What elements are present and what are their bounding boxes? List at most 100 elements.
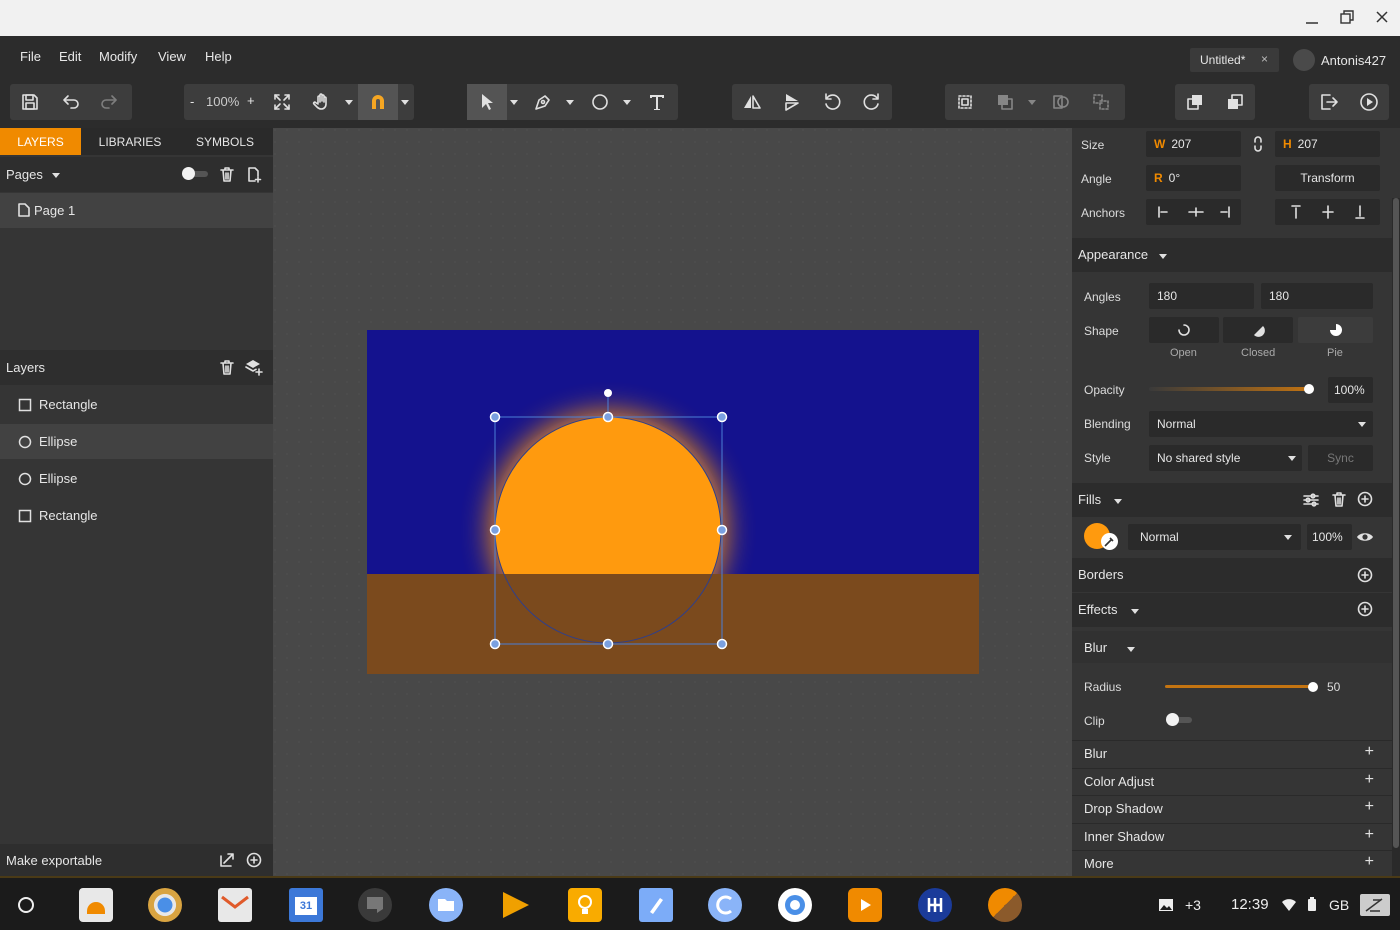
eyedropper-button[interactable] (1101, 533, 1118, 550)
text-tool-button[interactable] (637, 84, 677, 120)
shape-open-button[interactable] (1149, 317, 1219, 343)
redo-button[interactable] (90, 84, 130, 120)
gearbox-icon[interactable] (918, 888, 952, 922)
calendar-icon[interactable]: 31 (289, 888, 323, 922)
page-item[interactable]: Page 1 (0, 193, 273, 228)
borders-section[interactable]: Borders (1072, 558, 1392, 592)
export-slice-icon[interactable] (219, 852, 235, 868)
layer-item[interactable]: Rectangle (0, 387, 273, 422)
zoom-in-button[interactable]: + (247, 93, 255, 108)
group-button[interactable] (945, 84, 985, 120)
keyboard-locale[interactable]: GB (1329, 897, 1349, 913)
add-circle-icon[interactable] (1357, 491, 1373, 507)
add-icon[interactable]: + (1365, 826, 1374, 844)
snap-dropdown[interactable] (398, 84, 412, 120)
gmail-icon[interactable] (218, 888, 252, 922)
add-icon[interactable]: + (1365, 771, 1374, 789)
clip-toggle[interactable] (1166, 713, 1194, 726)
vertical-anchors[interactable] (1275, 199, 1380, 225)
boolean-button[interactable] (985, 84, 1025, 120)
resize-handle[interactable] (489, 411, 501, 423)
notification-badge[interactable]: +3 (1185, 897, 1201, 913)
chrome-icon[interactable] (148, 888, 182, 922)
launcher-button[interactable] (18, 897, 34, 913)
layer-item[interactable]: Rectangle (0, 498, 273, 533)
add-icon[interactable]: + (1365, 853, 1374, 871)
layer-item[interactable]: Ellipse (0, 424, 273, 459)
minimize-button[interactable] (1304, 10, 1320, 26)
effects-section[interactable]: Effects (1072, 593, 1392, 627)
document-tab[interactable]: Untitled* × (1190, 48, 1279, 72)
image-icon[interactable] (1158, 897, 1174, 913)
menu-file[interactable]: File (20, 49, 41, 64)
undo-button[interactable] (50, 84, 90, 120)
end-angle-field[interactable]: 180 (1261, 283, 1373, 309)
width-field[interactable]: W 207 (1146, 131, 1241, 157)
fills-section[interactable]: Fills (1072, 483, 1392, 517)
preview-button[interactable] (1349, 84, 1389, 120)
opacity-slider[interactable] (1149, 381, 1314, 397)
trash-icon[interactable] (1331, 491, 1347, 508)
resize-handle[interactable] (489, 524, 501, 536)
tab-libraries[interactable]: LIBRARIES (84, 128, 176, 155)
tab-symbols[interactable]: SYMBOLS (181, 128, 269, 155)
effect-add-row[interactable]: Inner Shadow + (1072, 822, 1392, 849)
sync-button[interactable]: Sync (1308, 445, 1373, 471)
start-angle-field[interactable]: 180 (1149, 283, 1254, 309)
hangouts-icon[interactable] (358, 888, 392, 922)
clock[interactable]: 12:39 (1231, 896, 1269, 913)
menu-edit[interactable]: Edit (59, 49, 81, 64)
horizontal-anchors[interactable] (1146, 199, 1241, 225)
add-layer-icon[interactable] (245, 358, 263, 376)
effect-add-row[interactable]: Color Adjust + (1072, 767, 1392, 794)
add-circle-icon[interactable] (1357, 601, 1373, 617)
pan-tool-button[interactable] (302, 84, 342, 120)
shape-tool-dropdown[interactable] (620, 84, 634, 120)
select-tool-button[interactable] (467, 84, 507, 120)
rotation-handle[interactable] (604, 389, 612, 397)
fill-opacity-field[interactable]: 100% (1307, 524, 1352, 550)
layer-item[interactable]: Ellipse (0, 461, 273, 496)
resize-handle[interactable] (602, 638, 614, 650)
lock-ratio-icon[interactable] (1252, 135, 1264, 153)
resize-handle[interactable] (716, 524, 728, 536)
opacity-field[interactable]: 100% (1328, 377, 1373, 403)
artboard[interactable] (273, 128, 1072, 876)
maximize-button[interactable] (1339, 9, 1355, 25)
pen-tool-button[interactable] (523, 84, 563, 120)
blending-select[interactable]: Normal (1149, 411, 1373, 437)
add-icon[interactable]: + (1365, 743, 1374, 761)
rotate-right-button[interactable] (852, 84, 892, 120)
user-name[interactable]: Antonis427 (1321, 53, 1386, 68)
eye-icon[interactable] (1356, 530, 1374, 544)
ground-rectangle[interactable] (367, 574, 979, 674)
ungroup-button[interactable] (1081, 84, 1121, 120)
wifi-icon[interactable] (1281, 898, 1297, 912)
fit-screen-button[interactable] (262, 84, 302, 120)
transform-button[interactable]: Transform (1275, 165, 1380, 191)
menu-help[interactable]: Help (205, 49, 232, 64)
add-icon[interactable]: + (1365, 798, 1374, 816)
radius-slider[interactable] (1165, 679, 1318, 695)
flip-vertical-button[interactable] (772, 84, 812, 120)
gravit-c-icon[interactable] (708, 888, 742, 922)
send-backward-button[interactable] (1215, 84, 1255, 120)
angle-field[interactable]: R 0° (1146, 165, 1241, 191)
writer-icon[interactable] (639, 888, 673, 922)
battery-icon[interactable] (1307, 896, 1317, 912)
fill-blend-select[interactable]: Normal (1128, 524, 1301, 550)
rotate-left-button[interactable] (812, 84, 852, 120)
mask-button[interactable] (1041, 84, 1081, 120)
blur-effect-header[interactable]: Blur (1072, 631, 1392, 663)
flip-horizontal-button[interactable] (732, 84, 772, 120)
effect-add-row[interactable]: Drop Shadow + (1072, 795, 1392, 821)
resize-handle[interactable] (489, 638, 501, 650)
trash-icon[interactable] (219, 166, 235, 183)
effect-add-row[interactable]: Blur + (1072, 740, 1392, 766)
menu-view[interactable]: View (158, 49, 186, 64)
snap-magnet-button[interactable] (358, 84, 398, 120)
pen-tool-dropdown[interactable] (563, 84, 577, 120)
ellipse-tool-button[interactable] (580, 84, 620, 120)
app-store-icon[interactable] (79, 888, 113, 922)
make-exportable-label[interactable]: Make exportable (6, 853, 102, 868)
